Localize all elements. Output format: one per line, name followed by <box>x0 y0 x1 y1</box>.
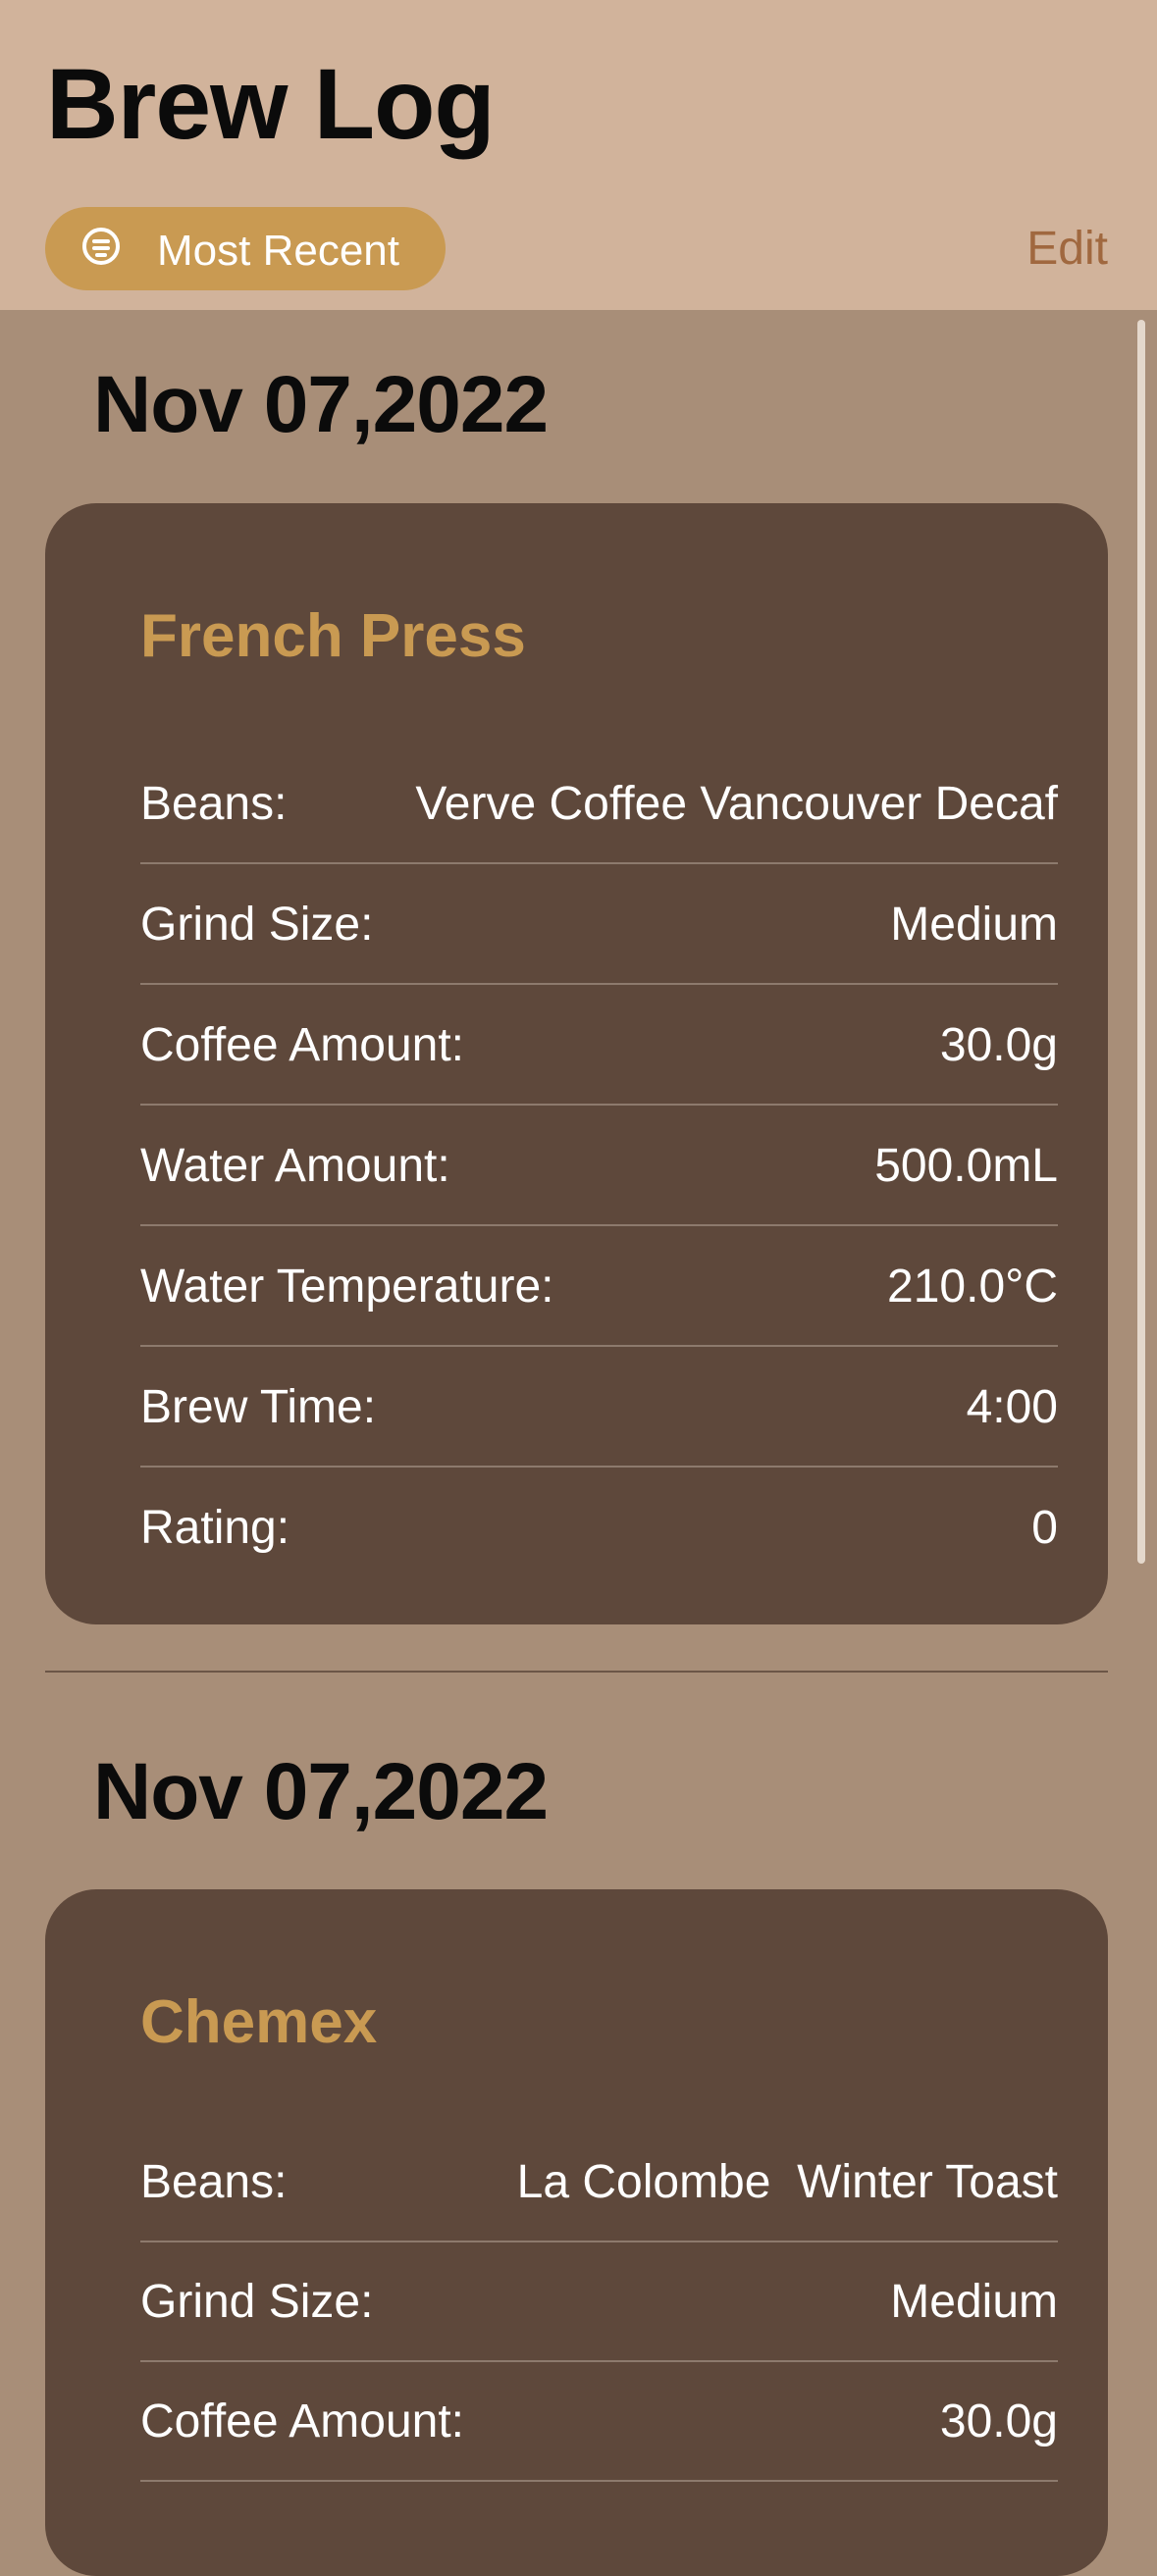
detail-value: 30.0g <box>939 1019 1058 1071</box>
brew-method: Chemex <box>140 1988 378 2056</box>
detail-row-water-temperature: Water Temperature: 210.0°C <box>140 1225 1058 1347</box>
detail-label: Beans: <box>140 2156 288 2208</box>
nav-header: Brew Log Most Recent Edit <box>0 0 1157 310</box>
detail-value: 30.0g <box>939 2396 1058 2447</box>
detail-row-brew-time: Brew Time: 4:00 <box>140 1346 1058 1468</box>
page-title: Brew Log <box>46 48 496 160</box>
detail-value: 0 <box>1031 1502 1058 1554</box>
detail-value: La Colombe Winter Toast <box>516 2156 1058 2208</box>
detail-label: Water Temperature: <box>140 1261 554 1313</box>
detail-value: 500.0mL <box>874 1140 1058 1192</box>
detail-value: Medium <box>890 899 1058 951</box>
detail-label: Beans: <box>140 778 288 830</box>
detail-row-water-amount: Water Amount: 500.0mL <box>140 1105 1058 1226</box>
detail-row-beans: Beans: La Colombe Winter Toast <box>140 2121 1058 2242</box>
detail-row-beans: Beans: Verve Coffee Vancouver Decaf <box>140 743 1058 864</box>
sort-menu-button[interactable]: Most Recent <box>45 207 446 290</box>
detail-label: Water Amount: <box>140 1140 450 1192</box>
brew-card[interactable]: French Press Beans: Verve Coffee Vancouv… <box>45 503 1108 1624</box>
detail-value: Medium <box>890 2276 1058 2328</box>
detail-row-grind-size: Grind Size: Medium <box>140 2241 1058 2362</box>
detail-label: Brew Time: <box>140 1381 377 1433</box>
detail-value: Verve Coffee Vancouver Decaf <box>415 778 1058 830</box>
detail-row-coffee-amount: Coffee Amount: 30.0g <box>140 984 1058 1106</box>
detail-row-rating: Rating: 0 <box>140 1467 1058 1586</box>
entry-date: Nov 07,2022 <box>93 360 549 449</box>
detail-row-coffee-amount: Coffee Amount: 30.0g <box>140 2360 1058 2482</box>
detail-label: Rating: <box>140 1502 290 1554</box>
entry-date: Nov 07,2022 <box>93 1747 549 1836</box>
detail-label: Grind Size: <box>140 2276 374 2328</box>
entry-divider <box>45 1671 1108 1673</box>
detail-row-grind-size: Grind Size: Medium <box>140 863 1058 985</box>
scrollbar[interactable] <box>1137 320 1145 1564</box>
detail-label: Coffee Amount: <box>140 2396 464 2447</box>
edit-button[interactable]: Edit <box>1026 222 1108 276</box>
detail-value: 210.0°C <box>887 1261 1058 1313</box>
brew-method: French Press <box>140 602 526 670</box>
sort-icon <box>82 228 120 265</box>
brew-card[interactable]: Chemex Beans: La Colombe Winter Toast Gr… <box>45 1889 1108 2576</box>
detail-label: Grind Size: <box>140 899 374 951</box>
detail-value: 4:00 <box>966 1381 1058 1433</box>
detail-label: Coffee Amount: <box>140 1019 464 1071</box>
sort-label: Most Recent <box>157 227 399 275</box>
